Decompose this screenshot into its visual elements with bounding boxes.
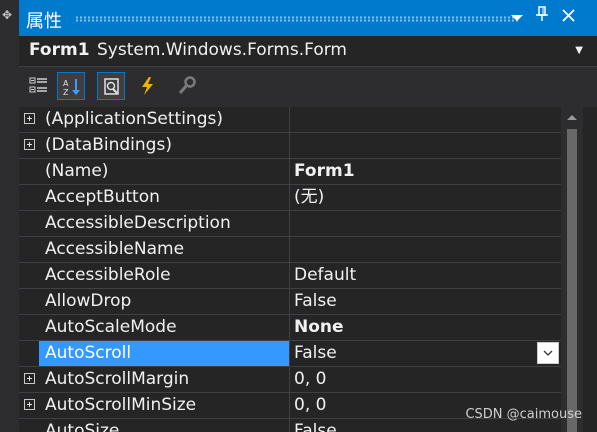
property-row[interactable]: AccessibleName [19, 237, 561, 263]
property-name[interactable]: AutoSize [39, 419, 289, 432]
titlebar-grip[interactable] [75, 16, 519, 22]
column-separator[interactable] [289, 211, 290, 236]
column-separator[interactable] [289, 367, 290, 392]
column-separator[interactable] [289, 159, 290, 184]
property-pages-wrench-icon[interactable] [173, 72, 201, 100]
column-separator[interactable] [289, 419, 290, 432]
column-separator[interactable] [289, 341, 290, 366]
column-separator[interactable] [289, 263, 290, 288]
column-separator[interactable] [289, 133, 290, 158]
property-name[interactable]: (ApplicationSettings) [39, 107, 289, 132]
property-value[interactable]: False [294, 341, 554, 366]
property-value[interactable] [294, 211, 554, 236]
column-separator[interactable] [289, 393, 290, 418]
property-value[interactable]: (无) [294, 185, 554, 210]
object-type: System.Windows.Forms.Form [97, 40, 347, 60]
svg-text:Z: Z [63, 88, 69, 97]
object-name: Form1 [29, 40, 90, 60]
property-row[interactable]: (Name) Form1 [19, 159, 561, 185]
object-selector[interactable]: Form1 System.Windows.Forms.Form ▼ [19, 36, 597, 67]
alphabetical-icon[interactable]: A Z [57, 72, 85, 100]
vertical-scrollbar[interactable] [561, 107, 583, 432]
property-name[interactable]: AccessibleName [39, 237, 289, 262]
property-value[interactable]: Default [294, 263, 554, 288]
expand-plus-icon[interactable] [24, 113, 35, 124]
properties-icon[interactable] [97, 72, 125, 100]
property-name[interactable]: AcceptButton [39, 185, 289, 210]
property-name[interactable]: AutoScroll [39, 341, 289, 366]
watermark: CSDN @caimouse [465, 407, 582, 422]
column-separator[interactable] [289, 237, 290, 262]
panel-titlebar[interactable]: 属性 [19, 0, 597, 36]
property-name[interactable]: AutoScaleMode [39, 315, 289, 340]
property-value[interactable] [294, 133, 554, 158]
property-row[interactable]: AllowDrop False [19, 289, 561, 315]
left-dock-strip: ✥ [0, 0, 20, 432]
property-row[interactable]: AutoScrollMargin 0, 0 [19, 367, 561, 393]
object-selector-dropdown-icon[interactable]: ▼ [575, 45, 583, 56]
property-value[interactable]: 0, 0 [294, 367, 554, 392]
property-value[interactable] [294, 107, 554, 132]
property-row[interactable]: AutoScaleMode None [19, 315, 561, 341]
expand-plus-icon[interactable] [24, 399, 35, 410]
property-row[interactable]: AccessibleRole Default [19, 263, 561, 289]
column-separator[interactable] [289, 289, 290, 314]
scroll-up-arrow-icon[interactable] [567, 115, 577, 120]
chevron-down-icon [543, 350, 553, 356]
properties-toolbar: A Z [19, 67, 597, 107]
panel-title: 属性 [26, 11, 62, 32]
property-value[interactable] [294, 237, 554, 262]
property-name[interactable]: AllowDrop [39, 289, 289, 314]
scrollbar-thumb[interactable] [567, 129, 577, 432]
expand-plus-icon[interactable] [24, 373, 35, 384]
property-row[interactable]: AutoScroll False [19, 341, 561, 367]
dropdown-arrow-icon[interactable] [506, 6, 528, 28]
column-separator[interactable] [289, 185, 290, 210]
property-row[interactable]: AccessibleDescription [19, 211, 561, 237]
pin-icon[interactable] [531, 6, 553, 28]
column-separator[interactable] [289, 107, 290, 132]
expand-plus-icon[interactable] [24, 139, 35, 150]
property-value[interactable]: None [294, 315, 554, 340]
column-separator[interactable] [289, 315, 290, 340]
events-lightning-icon[interactable] [134, 72, 162, 100]
property-name[interactable]: AccessibleRole [39, 263, 289, 288]
right-edge [583, 107, 597, 432]
property-name[interactable]: (Name) [39, 159, 289, 184]
property-name[interactable]: (DataBindings) [39, 133, 289, 158]
property-value[interactable]: False [294, 289, 554, 314]
property-row[interactable]: (ApplicationSettings) [19, 107, 561, 133]
property-name[interactable]: AutoScrollMargin [39, 367, 289, 392]
value-dropdown-button[interactable] [537, 342, 559, 364]
dock-pin-icon[interactable]: ✥ [2, 8, 12, 22]
close-icon[interactable] [557, 6, 579, 28]
svg-text:A: A [63, 79, 69, 88]
property-value[interactable]: Form1 [294, 159, 554, 184]
property-row[interactable]: AcceptButton (无) [19, 185, 561, 211]
property-name[interactable]: AccessibleDescription [39, 211, 289, 236]
property-name[interactable]: AutoScrollMinSize [39, 393, 289, 418]
categorized-icon[interactable] [25, 72, 53, 100]
property-grid: (ApplicationSettings) (DataBindings) (Name… [19, 107, 561, 432]
property-row[interactable]: (DataBindings) [19, 133, 561, 159]
